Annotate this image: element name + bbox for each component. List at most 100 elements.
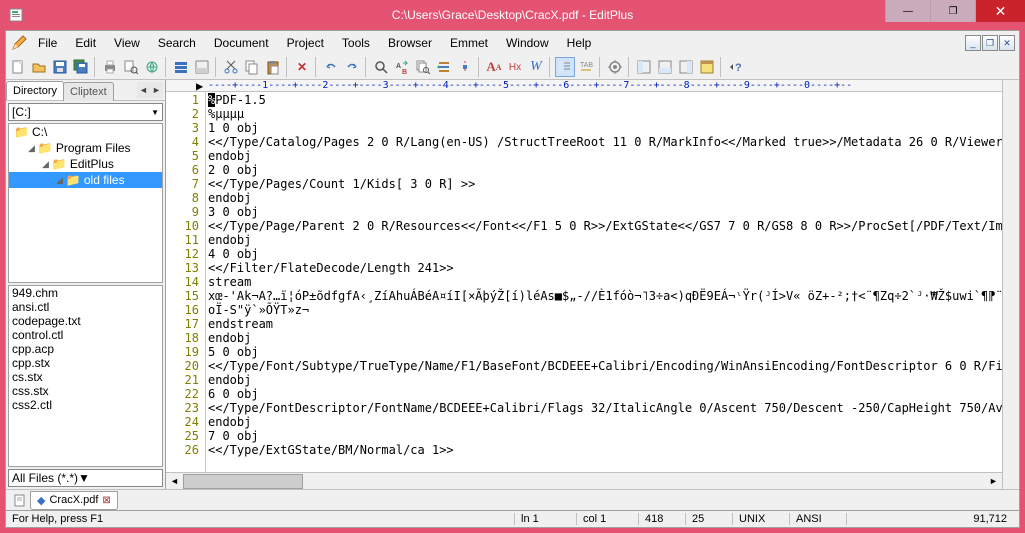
file-item[interactable]: cpp.acp	[9, 342, 162, 356]
menu-emmet[interactable]: Emmet	[442, 33, 496, 53]
close-tab-icon[interactable]: ⊠	[102, 495, 110, 506]
status-enc: ANSI	[789, 513, 844, 525]
sidetab-prev-icon[interactable]: ◄	[137, 82, 150, 98]
dropdown-icon: ▼	[151, 108, 159, 117]
file-item[interactable]: control.ctl	[9, 328, 162, 342]
save-icon[interactable]	[50, 57, 70, 77]
status-size: 91,712	[846, 513, 1013, 525]
menu-edit[interactable]: Edit	[67, 33, 104, 53]
tool-panel-icon[interactable]	[192, 57, 212, 77]
file-item[interactable]: codepage.txt	[9, 314, 162, 328]
browser-preview-icon[interactable]	[142, 57, 162, 77]
file-item[interactable]: css.stx	[9, 384, 162, 398]
menu-search[interactable]: Search	[150, 33, 204, 53]
folder-icon: 📁	[52, 157, 67, 171]
ruler: ▶----+----1----+----2----+----3----+----…	[166, 80, 1002, 92]
folder-icon: 📁	[38, 141, 53, 155]
open-icon[interactable]	[29, 57, 49, 77]
new-icon[interactable]	[8, 57, 28, 77]
file-item[interactable]: ansi.ctl	[9, 300, 162, 314]
help-icon[interactable]: ?	[726, 57, 746, 77]
tab-cliptext[interactable]: Cliptext	[63, 82, 114, 101]
tree-item[interactable]: ◢📁EditPlus	[9, 156, 162, 172]
status-c1: 418	[638, 513, 683, 525]
redo-icon[interactable]	[342, 57, 362, 77]
titlebar: C:\Users\Grace\Desktop\CracX.pdf - EditP…	[0, 0, 1025, 30]
word-wrap-icon[interactable]: W	[526, 57, 546, 77]
pencil-icon	[10, 34, 28, 52]
html-toolbar-icon[interactable]	[171, 57, 191, 77]
menu-tools[interactable]: Tools	[334, 33, 378, 53]
whitespace-icon[interactable]: TAB	[576, 57, 596, 77]
delete-icon[interactable]: ✕	[292, 57, 312, 77]
dropdown-icon: ▼	[78, 471, 90, 485]
go-to-line-icon[interactable]	[434, 57, 454, 77]
doc-list-icon[interactable]	[10, 490, 30, 510]
menu-file[interactable]: File	[30, 33, 65, 53]
file-item[interactable]: cs.stx	[9, 370, 162, 384]
drive-select[interactable]: [C:] ▼	[8, 103, 163, 121]
paste-icon[interactable]	[263, 57, 283, 77]
status-help: For Help, press F1	[12, 513, 512, 525]
print-icon[interactable]	[100, 57, 120, 77]
horizontal-scrollbar[interactable]: ◄ ►	[166, 472, 1002, 489]
app-icon	[8, 7, 24, 23]
folder-icon: 📁	[14, 125, 29, 139]
copy-icon[interactable]	[242, 57, 262, 77]
menu-project[interactable]: Project	[279, 33, 332, 53]
mdi-close-button[interactable]: ✕	[999, 35, 1015, 51]
menubar: File Edit View Search Document Project T…	[6, 31, 1019, 55]
status-c2: 25	[685, 513, 730, 525]
line-number-icon[interactable]	[555, 57, 575, 77]
menu-document[interactable]: Document	[206, 33, 277, 53]
file-filter[interactable]: All Files (*.*) ▼	[8, 469, 163, 487]
replace-icon[interactable]: AB	[392, 57, 412, 77]
find-in-files-icon[interactable]	[413, 57, 433, 77]
file-list[interactable]: 949.chmansi.ctlcodepage.txtcontrol.ctlcp…	[8, 285, 163, 467]
file-item[interactable]: css2.ctl	[9, 398, 162, 412]
status-col: col 1	[576, 513, 636, 525]
menu-help[interactable]: Help	[559, 33, 600, 53]
svg-text:A: A	[396, 63, 401, 70]
code-area[interactable]: 1234567891011121314151617181920212223242…	[166, 92, 1002, 472]
status-bar: For Help, press F1 ln 1 col 1 418 25 UNI…	[6, 510, 1019, 527]
save-all-icon[interactable]	[71, 57, 91, 77]
settings-icon[interactable]	[605, 57, 625, 77]
mdi-restore-button[interactable]: ❐	[982, 35, 998, 51]
cut-icon[interactable]	[221, 57, 241, 77]
doc-tab[interactable]: ◆ CracX.pdf ⊠	[30, 491, 118, 510]
tab-directory[interactable]: Directory	[6, 81, 64, 100]
menu-view[interactable]: View	[106, 33, 148, 53]
print-preview-icon[interactable]	[121, 57, 141, 77]
file-item[interactable]: 949.chm	[9, 286, 162, 300]
document-list-icon[interactable]	[676, 57, 696, 77]
directory-panel-icon[interactable]	[634, 57, 654, 77]
undo-icon[interactable]	[321, 57, 341, 77]
find-icon[interactable]	[371, 57, 391, 77]
column-marker-icon[interactable]	[455, 57, 475, 77]
tree-item[interactable]: 📁C:\	[9, 124, 162, 140]
toggle-panel-icon[interactable]	[697, 57, 717, 77]
font-icon[interactable]: AA	[484, 57, 504, 77]
status-line: ln 1	[514, 513, 574, 525]
mdi-minimize-button[interactable]: _	[965, 35, 981, 51]
svg-text:?: ?	[735, 62, 742, 74]
folder-icon: 📁	[66, 173, 81, 187]
side-panel: Directory Cliptext ◄► [C:] ▼ 📁C:\◢📁Progr…	[6, 80, 166, 489]
hex-icon[interactable]: Hx	[505, 57, 525, 77]
document-tabs: ◆ CracX.pdf ⊠	[6, 489, 1019, 510]
tree-item[interactable]: ◢📁Program Files	[9, 140, 162, 156]
maximize-button[interactable]: ❐	[930, 0, 975, 22]
minimize-button[interactable]: —	[885, 0, 930, 22]
vertical-scrollbar[interactable]	[1002, 80, 1019, 489]
output-panel-icon[interactable]	[655, 57, 675, 77]
file-item[interactable]: cpp.stx	[9, 356, 162, 370]
svg-text:TAB: TAB	[580, 62, 593, 69]
menu-browser[interactable]: Browser	[380, 33, 440, 53]
directory-tree[interactable]: 📁C:\◢📁Program Files◢📁EditPlus◢📁old files	[8, 123, 163, 283]
close-button[interactable]: ✕	[975, 0, 1025, 22]
tree-item[interactable]: ◢📁old files	[9, 172, 162, 188]
diamond-icon: ◆	[37, 494, 45, 507]
menu-window[interactable]: Window	[498, 33, 557, 53]
sidetab-next-icon[interactable]: ►	[150, 82, 163, 98]
